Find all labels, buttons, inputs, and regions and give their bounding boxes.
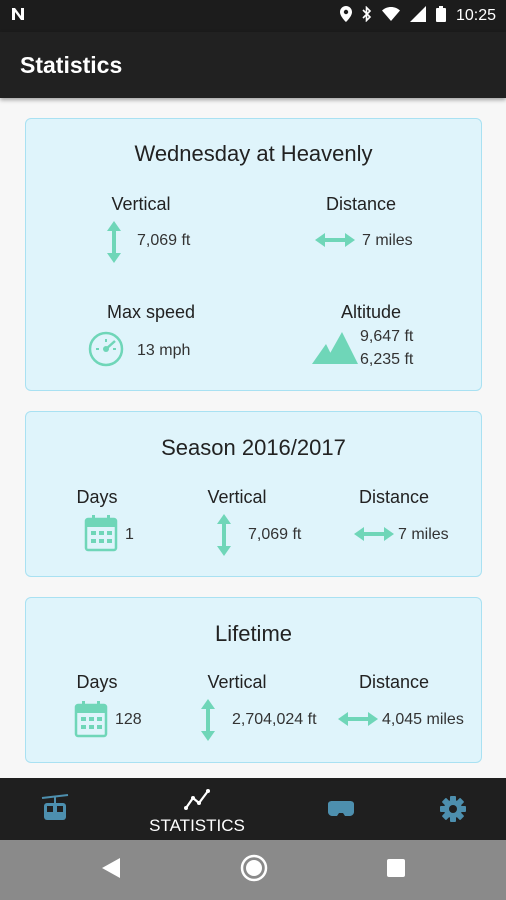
vertical-arrow-icon — [214, 512, 234, 563]
season-card: Season 2016/2017 Days 1 Vertical 7,069 f… — [25, 411, 482, 577]
season-days-label: Days — [76, 487, 118, 507]
calendar-icon — [74, 700, 108, 743]
gear-icon — [439, 795, 467, 828]
back-triangle-icon — [102, 857, 120, 883]
lifetime-vertical-label: Vertical — [207, 672, 267, 692]
back-button[interactable] — [81, 840, 141, 900]
page-title: Statistics — [20, 51, 123, 78]
status-bar: 10:25 — [0, 0, 506, 32]
bottom-navigation: STATISTICS — [0, 778, 506, 840]
nav-item-settings[interactable] — [390, 778, 506, 840]
horizontal-arrow-icon — [336, 709, 380, 734]
lifetime-days-label: Days — [76, 672, 118, 692]
altitude-min-value: 6,235 ft — [360, 351, 414, 368]
system-navigation-bar — [0, 840, 506, 900]
lifetime-distance-value: 4,045 miles — [382, 711, 464, 728]
season-vertical-label: Vertical — [207, 487, 267, 507]
gondola-icon — [40, 794, 70, 827]
horizontal-arrow-icon — [313, 230, 357, 255]
season-vertical-value: 7,069 ft — [248, 526, 302, 543]
app-bar: Statistics — [0, 32, 506, 98]
line-chart-icon — [183, 788, 211, 817]
home-button[interactable] — [224, 840, 284, 900]
nav-item-tracking[interactable] — [0, 778, 118, 840]
home-circle-icon — [240, 854, 268, 887]
lifetime-days-value: 128 — [115, 711, 142, 728]
wifi-icon — [381, 7, 400, 25]
altitude-label: Altitude — [340, 302, 402, 322]
mountain-icon — [312, 330, 358, 369]
today-card-title: Wednesday at Heavenly — [134, 141, 373, 166]
vertical-arrow-icon — [198, 697, 218, 748]
today-card: Wednesday at Heavenly Vertical 7,069 ft … — [25, 118, 482, 391]
recents-square-icon — [387, 858, 405, 882]
vertical-value: 7,069 ft — [137, 232, 191, 249]
season-card-title: Season 2016/2017 — [161, 435, 346, 460]
bluetooth-icon — [362, 5, 372, 26]
vertical-label: Vertical — [111, 194, 171, 214]
altitude-max-value: 9,647 ft — [360, 328, 414, 345]
distance-label: Distance — [325, 194, 397, 214]
nav-item-statistics-label: STATISTICS — [149, 816, 245, 835]
season-distance-value: 7 miles — [398, 526, 449, 543]
speedometer-icon — [87, 330, 125, 373]
n-logo-icon — [10, 6, 26, 27]
distance-value: 7 miles — [362, 232, 413, 249]
lifetime-vertical-value: 2,704,024 ft — [232, 711, 317, 728]
lifetime-card: Lifetime Days 128 Vertical 2,704,024 ft … — [25, 597, 482, 763]
location-icon — [339, 6, 352, 26]
lifetime-distance-label: Distance — [358, 672, 430, 692]
signal-icon — [409, 6, 426, 26]
lifetime-card-title: Lifetime — [214, 621, 293, 646]
battery-icon — [435, 6, 446, 26]
vertical-arrow-icon — [104, 219, 124, 270]
calendar-icon — [84, 514, 118, 557]
max-speed-value: 13 mph — [137, 342, 191, 359]
max-speed-label: Max speed — [106, 302, 196, 322]
season-distance-label: Distance — [358, 487, 430, 507]
recents-button[interactable] — [366, 840, 426, 900]
goggles-icon — [326, 800, 356, 823]
clock: 10:25 — [455, 7, 496, 24]
horizontal-arrow-icon — [352, 524, 396, 549]
nav-item-statistics[interactable]: STATISTICS — [134, 778, 260, 840]
nav-item-goggles[interactable] — [278, 778, 404, 840]
season-days-value: 1 — [125, 526, 134, 543]
